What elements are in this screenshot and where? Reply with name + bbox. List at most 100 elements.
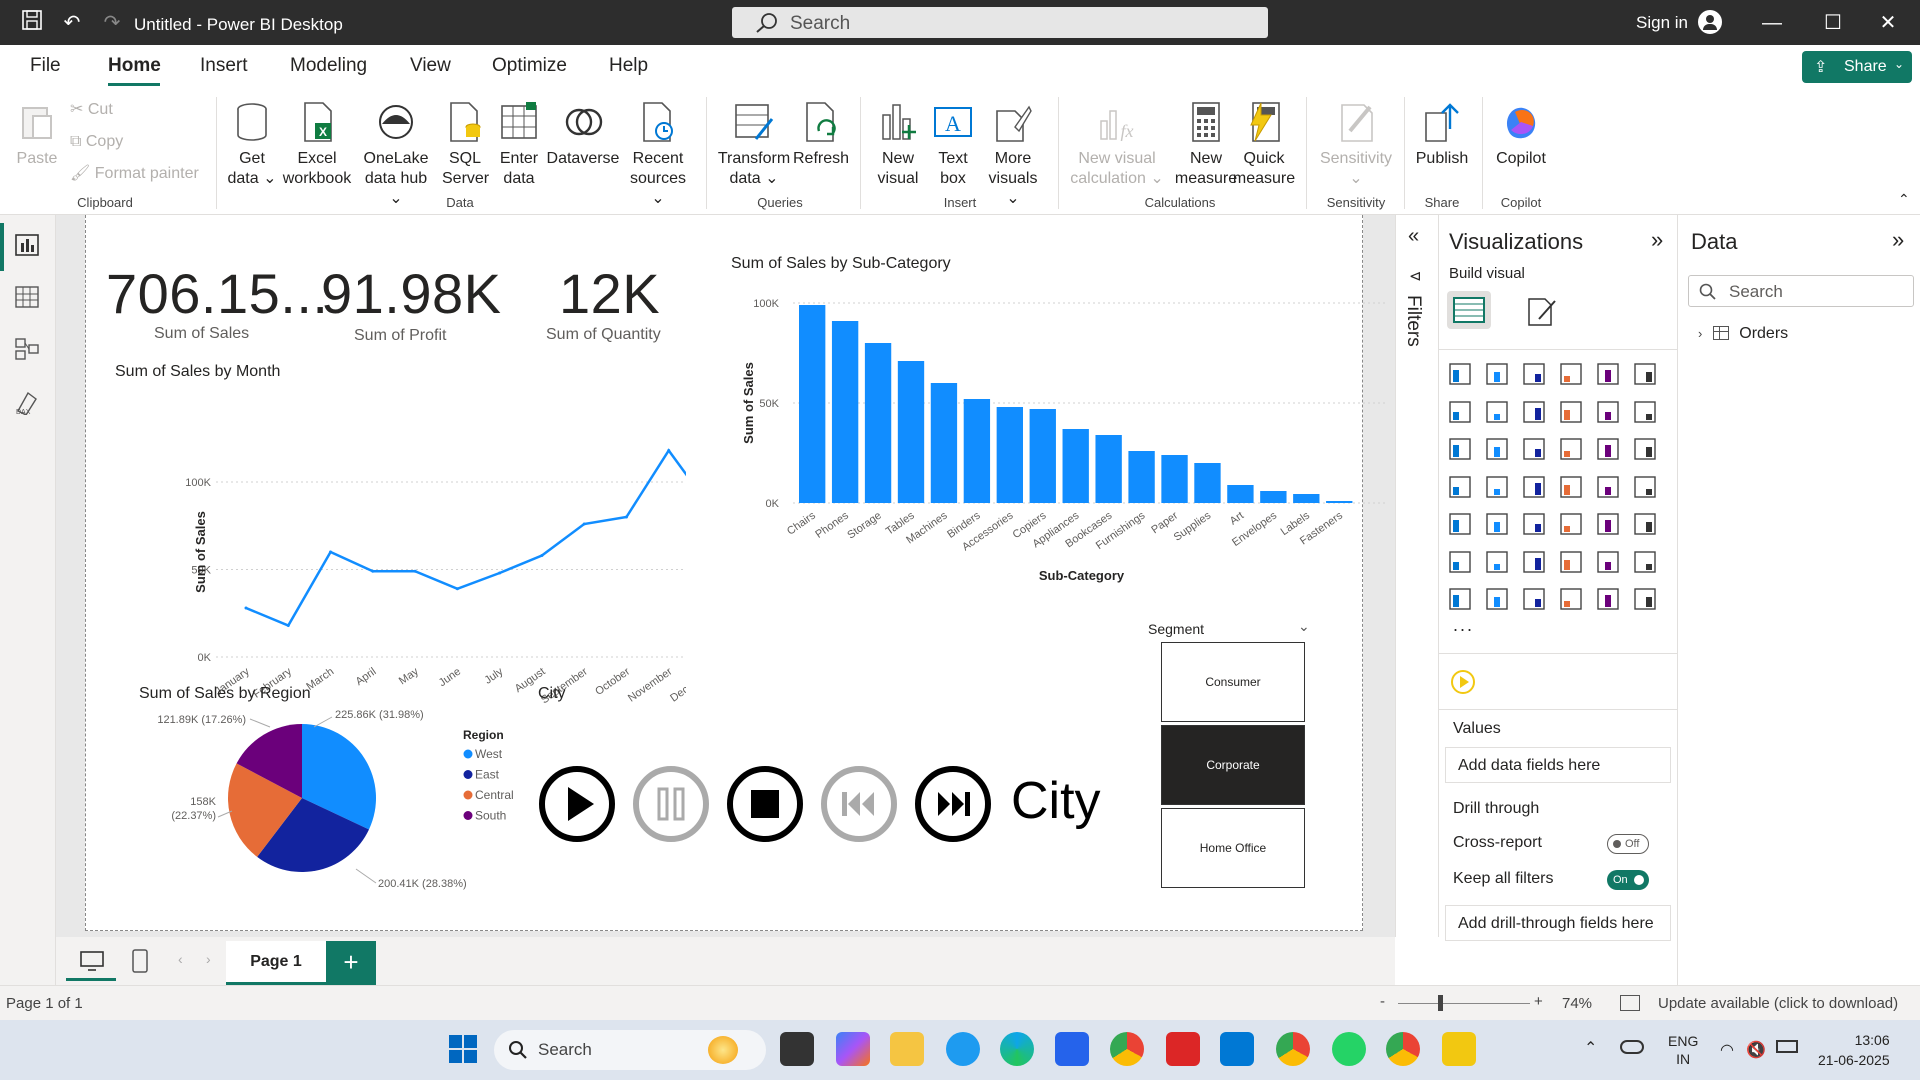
update-available-link[interactable]: Update available (click to download) — [1658, 995, 1898, 1012]
more-visuals-ellipsis[interactable]: ... — [1453, 615, 1474, 636]
mobile-layout-icon[interactable] — [132, 949, 148, 978]
stacked-column-chart-icon[interactable] — [1484, 361, 1510, 387]
slicer-item-selected[interactable]: Corporate — [1161, 725, 1305, 805]
redo-icon[interactable]: ↷ — [98, 9, 126, 37]
azure-map-icon[interactable] — [1558, 474, 1584, 500]
line-and-column-icon[interactable] — [1595, 399, 1621, 425]
filters-label[interactable]: Filters — [1402, 295, 1424, 347]
kpi-icon[interactable] — [1484, 511, 1510, 537]
collapse-ribbon-icon[interactable]: ⌃ — [1898, 191, 1910, 208]
report-page[interactable]: 706.15... Sum of Sales 91.98K Sum of Pro… — [85, 215, 1386, 931]
text-box-button[interactable]: A Text box — [928, 99, 978, 189]
bar-chart[interactable]: 0K50K100KChairsPhonesStorage TablesMachin… — [706, 275, 1406, 585]
waterfall-chart-icon[interactable] — [1484, 436, 1510, 462]
tab-modeling[interactable]: Modeling — [290, 55, 367, 77]
scroll-left-icon[interactable]: ‹ — [178, 951, 183, 967]
publish-button[interactable]: Publish — [1412, 99, 1472, 169]
taskbar-search-input[interactable]: Search — [494, 1030, 766, 1070]
orders-table-item[interactable]: › Orders — [1698, 325, 1788, 343]
paste-button[interactable]: Paste — [12, 99, 62, 169]
power-bi-icon[interactable] — [1442, 1032, 1476, 1066]
more-visuals-button[interactable]: More visuals ⌄ — [982, 99, 1044, 209]
stacked-area-icon[interactable] — [1521, 399, 1547, 425]
windows-start-icon[interactable] — [448, 1034, 478, 1069]
donut-chart-icon[interactable] — [1632, 436, 1658, 462]
tab-file[interactable]: File — [30, 55, 61, 77]
ribbon-chart-icon[interactable] — [1447, 436, 1473, 462]
cut-button[interactable]: ✂ Cut — [70, 100, 113, 120]
tab-optimize[interactable]: Optimize — [492, 55, 567, 77]
new-visual-button[interactable]: New visual — [872, 99, 924, 189]
card-icon[interactable] — [1632, 474, 1658, 500]
treemap-icon[interactable] — [1447, 474, 1473, 500]
table-view-icon[interactable] — [14, 285, 40, 314]
enter-data-button[interactable]: Enter data — [494, 99, 544, 189]
page-tab-1[interactable]: Page 1 — [226, 941, 326, 985]
recent-sources-button[interactable]: Recent sources ⌄ — [622, 99, 694, 209]
onelake-button[interactable]: OneLake data hub ⌄ — [356, 99, 436, 209]
chrome-icon[interactable] — [1110, 1032, 1144, 1066]
minimize-icon[interactable]: — — [1758, 9, 1786, 37]
maximize-icon[interactable]: ☐ — [1819, 9, 1847, 37]
title-search-input[interactable]: Search — [732, 7, 1268, 38]
sql-server-button[interactable]: SQL Server — [442, 99, 489, 189]
azure-map-2-icon[interactable] — [1558, 586, 1584, 612]
devcpp-icon[interactable] — [1166, 1032, 1200, 1066]
zoom-slider[interactable] — [1398, 1003, 1530, 1004]
qa-icon[interactable] — [1558, 549, 1584, 575]
format-painter-button[interactable]: 🖌 Format painter — [70, 164, 199, 184]
model-view-icon[interactable] — [14, 337, 40, 366]
save-icon[interactable] — [18, 9, 46, 37]
funnel-chart-icon[interactable] — [1521, 436, 1547, 462]
map-icon[interactable] — [1484, 474, 1510, 500]
slicer-item[interactable]: Consumer — [1161, 642, 1305, 722]
sensitivity-button[interactable]: Sensitivity ⌄ — [1314, 99, 1398, 189]
data-search-input[interactable]: Search — [1688, 275, 1914, 307]
stop-button[interactable] — [726, 765, 804, 848]
100-stacked-area-icon[interactable] — [1558, 399, 1584, 425]
previous-button[interactable] — [820, 765, 898, 848]
line-and-stacked-column-icon[interactable] — [1632, 399, 1658, 425]
paginated-report-icon[interactable] — [1447, 586, 1473, 612]
slicer-chevron-icon[interactable]: ⌄ — [1298, 618, 1310, 635]
account-icon[interactable] — [1698, 10, 1722, 34]
button-slicer-icon[interactable] — [1521, 586, 1547, 612]
copy-button[interactable]: ⧉ Copy — [70, 132, 123, 152]
line-chart[interactable]: 0K50K100KJanuary February March April May Jun… — [86, 385, 686, 705]
power-apps-icon[interactable] — [1595, 586, 1621, 612]
pie-chart-icon[interactable] — [1595, 436, 1621, 462]
get-data-button[interactable]: Get data ⌄ — [226, 99, 278, 189]
100-stacked-bar-icon[interactable] — [1595, 361, 1621, 387]
feedback-hub-icon[interactable] — [946, 1032, 980, 1066]
zoom-in-button[interactable]: + — [1534, 993, 1543, 1010]
tab-insert[interactable]: Insert — [200, 55, 248, 77]
gauge-icon[interactable] — [1595, 474, 1621, 500]
wifi-icon[interactable]: ◠ — [1720, 1040, 1734, 1060]
new-visual-calculation-button[interactable]: fx New visual calculation ⌄ — [1070, 99, 1164, 189]
line-chart-icon[interactable] — [1447, 399, 1473, 425]
sign-in-link[interactable]: Sign in — [1636, 13, 1688, 33]
share-button[interactable]: ⇪ Share ⌄ — [1802, 51, 1912, 83]
clustered-bar-chart-icon[interactable] — [1521, 361, 1547, 387]
onedrive-icon[interactable] — [1620, 1040, 1644, 1054]
tab-view[interactable]: View — [410, 55, 451, 77]
collapse-data-icon[interactable]: » — [1892, 227, 1904, 253]
r-visual-icon[interactable] — [1632, 511, 1658, 537]
pie-chart[interactable]: 225.86K (31.98%) 200.41K (28.38%) 158K (22.… — [86, 705, 546, 905]
battery-icon[interactable] — [1776, 1040, 1798, 1053]
key-influencers-icon[interactable] — [1484, 549, 1510, 575]
values-drop-zone[interactable]: Add data fields here — [1445, 747, 1671, 783]
pause-button[interactable] — [632, 765, 710, 848]
excel-workbook-button[interactable]: X Excel workbook — [280, 99, 354, 189]
dataverse-button[interactable]: Dataverse — [546, 99, 620, 169]
drill-through-drop-zone[interactable]: Add drill-through fields here — [1445, 905, 1671, 941]
goals-icon[interactable] — [1632, 549, 1658, 575]
stacked-bar-chart-icon[interactable] — [1447, 361, 1473, 387]
area-chart-icon[interactable] — [1484, 399, 1510, 425]
format-visual-tab[interactable] — [1525, 295, 1557, 332]
undo-icon[interactable]: ↶ — [58, 9, 86, 37]
transform-data-button[interactable]: Transform data ⌄ — [716, 99, 792, 189]
clustered-column-chart-icon[interactable] — [1558, 361, 1584, 387]
input-language[interactable]: ENG IN — [1668, 1032, 1698, 1068]
filled-map-icon[interactable] — [1521, 474, 1547, 500]
